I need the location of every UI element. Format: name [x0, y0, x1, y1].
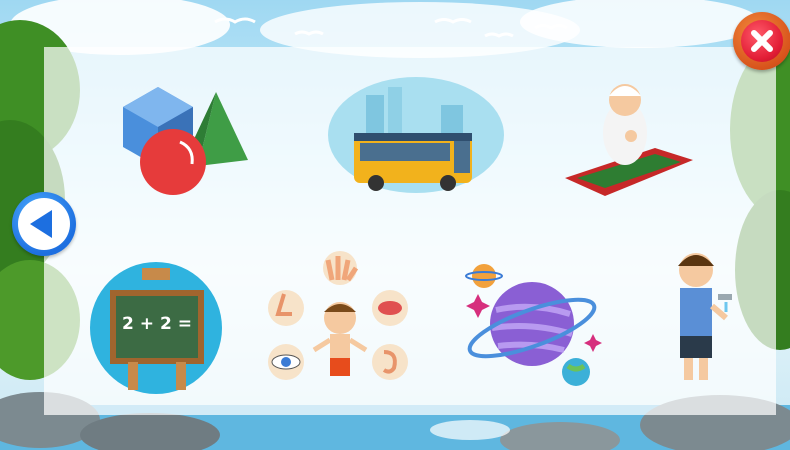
planet-icon: [465, 264, 602, 386]
shapes-tile[interactable]: [118, 82, 253, 200]
space-tile[interactable]: [462, 262, 602, 390]
close-button[interactable]: [733, 12, 790, 70]
close-button-face: [741, 20, 783, 62]
close-icon: [751, 30, 773, 52]
praying-boy-icon: [565, 84, 693, 196]
triangle-left-icon: [18, 198, 70, 250]
washing-hands-boy-icon: [678, 253, 732, 380]
body-senses-icon: [268, 251, 408, 380]
senses-tile[interactable]: [262, 250, 412, 395]
game-background: 2 + 2 =: [0, 0, 790, 450]
3d-shapes-icon: [123, 87, 248, 195]
prayer-tile[interactable]: [565, 78, 695, 200]
bus-icon: [328, 77, 504, 193]
chalkboard-equation: 2 + 2 =: [122, 314, 192, 334]
math-tile[interactable]: 2 + 2 =: [90, 262, 222, 394]
transport-tile[interactable]: [326, 75, 506, 195]
wudu-tile[interactable]: [668, 250, 736, 385]
back-button[interactable]: [12, 192, 76, 256]
